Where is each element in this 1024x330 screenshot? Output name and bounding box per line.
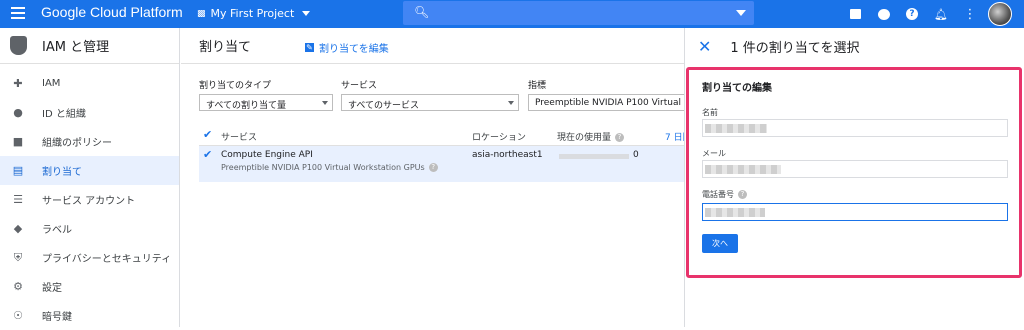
more-vert-icon[interactable]: ⋮ <box>963 7 977 22</box>
help-icon[interactable]: ? <box>905 7 919 21</box>
person-add-icon: ✚ <box>13 77 23 90</box>
edit-icon: ✎ <box>305 43 314 52</box>
sidebar-item-privacy-security[interactable]: ⛨ プライバシーとセキュリティ <box>0 243 179 272</box>
sidebar-item-labels[interactable]: ◆ ラベル <box>0 214 179 243</box>
sidebar-item-org-policies[interactable]: ■ 組織のポリシー <box>0 127 179 156</box>
top-bar: Google Cloud Platform ▩ My First Project… <box>0 0 1024 28</box>
service-account-icon: ☰ <box>13 193 23 206</box>
sidebar-item-label: プライバシーとセキュリティ <box>42 254 172 265</box>
filter-label-quota-type: 割り当てのタイプ <box>199 81 272 91</box>
sidebar: IAM と管理 ✚ IAM ● ID と組織 ■ 組織のポリシー ▤ 割り当て … <box>0 28 180 327</box>
sidebar-item-label: 設定 <box>42 283 62 294</box>
help-icon: ? <box>738 190 747 199</box>
sidebar-item-service-accounts[interactable]: ☰ サービス アカウント <box>0 185 179 214</box>
row-service: Compute Engine API <box>221 150 313 160</box>
quota-icon: ▤ <box>12 164 24 177</box>
close-icon[interactable]: ✕ <box>698 37 711 56</box>
filter-label-metric: 指標 <box>528 81 547 91</box>
edit-quotas-label: 割り当てを編集 <box>319 44 389 55</box>
sidebar-item-label: ラベル <box>42 225 72 236</box>
project-name: My First Project <box>210 7 295 20</box>
main-content: 割り当て ✎ 割り当てを編集 割り当てのタイプ すべての割り当て量 サービス す… <box>181 28 692 327</box>
phone-label-text: 電話番号 <box>702 190 734 199</box>
project-selector[interactable]: ▩ My First Project <box>197 7 311 20</box>
account-circle-icon: ● <box>13 106 23 119</box>
panel-title: 1 件の割り当てを選択 <box>730 40 860 56</box>
phone-label: 電話番号? <box>702 189 747 200</box>
search-dropdown-icon[interactable] <box>736 10 746 16</box>
next-button[interactable]: 次へ <box>702 234 738 253</box>
main-header: 割り当て <box>181 28 684 64</box>
panel-header: ✕ 1 件の割り当てを選択 <box>685 28 1024 64</box>
phone-field[interactable] <box>702 203 1008 221</box>
metric-value: Preemptible NVIDIA P100 Virtual Workst <box>535 98 684 108</box>
row-usage: 0 <box>633 150 639 160</box>
row-metric-label: Preemptible NVIDIA P100 Virtual Workstat… <box>221 163 425 172</box>
sidebar-item-label: IAM <box>42 78 61 89</box>
filter-label-service: サービス <box>341 81 378 91</box>
column-usage-label: 現在の使用量 <box>557 133 612 143</box>
key-icon: ☉ <box>13 309 23 322</box>
shield-icon <box>10 36 27 55</box>
quota-type-select[interactable]: すべての割り当て量 <box>199 94 333 111</box>
sidebar-item-label: 組織のポリシー <box>42 138 112 149</box>
email-label: メール <box>702 149 726 158</box>
sidebar-header: IAM と管理 <box>0 28 179 64</box>
sidebar-item-identity[interactable]: ● ID と組織 <box>0 98 179 127</box>
redacted-value <box>705 208 765 217</box>
row-checkbox[interactable]: ✔ <box>203 148 212 161</box>
name-label: 名前 <box>702 108 718 117</box>
search-bar[interactable]: 🔍︎ <box>403 1 754 25</box>
sidebar-item-crypto-keys[interactable]: ☉ 暗号鍵 <box>0 301 179 330</box>
table-header: ✔ サービス ロケーション 現在の使用量? 7 日間 <box>199 126 692 146</box>
table-row[interactable]: ✔ Compute Engine API Preemptible NVIDIA … <box>199 146 684 182</box>
sidebar-item-label: 割り当て <box>42 167 82 178</box>
terminal-icon[interactable] <box>848 7 862 21</box>
feedback-icon[interactable] <box>877 7 891 21</box>
column-service[interactable]: サービス <box>221 130 257 143</box>
menu-icon[interactable] <box>11 7 25 21</box>
row-location: asia-northeast1 <box>472 150 543 160</box>
name-field[interactable] <box>702 119 1008 137</box>
redacted-value <box>705 124 767 133</box>
sidebar-item-quotas[interactable]: ▤ 割り当て <box>0 156 179 185</box>
notifications-icon[interactable]: 🔔︎ <box>934 7 948 21</box>
security-icon: ⛨ <box>13 250 23 264</box>
sidebar-item-label: サービス アカウント <box>42 196 136 207</box>
sidebar-title: IAM と管理 <box>42 40 110 55</box>
quota-type-value: すべての割り当て量 <box>206 101 287 111</box>
form-title: 割り当ての編集 <box>702 83 772 94</box>
select-all-checkbox[interactable]: ✔ <box>203 128 212 141</box>
edit-quotas-button[interactable]: ✎ 割り当てを編集 <box>305 40 389 55</box>
column-location[interactable]: ロケーション <box>472 130 526 143</box>
sidebar-item-label: ID と組織 <box>42 109 86 120</box>
sidebar-item-iam[interactable]: ✚ IAM <box>0 69 179 98</box>
chevron-down-icon <box>302 11 311 16</box>
column-usage[interactable]: 現在の使用量? <box>557 130 625 143</box>
avatar[interactable] <box>988 2 1012 26</box>
policy-icon: ■ <box>12 135 24 148</box>
help-icon: ? <box>615 133 625 142</box>
page-title: 割り当て <box>199 40 252 55</box>
metric-select[interactable]: Preemptible NVIDIA P100 Virtual Workst <box>528 94 684 111</box>
brand-title[interactable]: Google Cloud Platform <box>41 4 183 20</box>
email-field[interactable] <box>702 160 1008 178</box>
service-select[interactable]: すべてのサービス <box>341 94 519 111</box>
chevron-down-icon <box>508 101 514 105</box>
label-icon: ◆ <box>13 222 23 235</box>
redacted-value <box>705 165 781 174</box>
project-icon: ▩ <box>197 8 206 19</box>
service-value: すべてのサービス <box>348 101 420 111</box>
settings-icon: ⚙︎ <box>13 280 23 293</box>
sidebar-item-label: 暗号鍵 <box>42 312 72 323</box>
row-metric: Preemptible NVIDIA P100 Virtual Workstat… <box>221 163 438 172</box>
chevron-down-icon <box>322 101 328 105</box>
search-icon: 🔍︎ <box>414 5 430 19</box>
sidebar-item-settings[interactable]: ⚙︎ 設定 <box>0 272 179 301</box>
usage-bar <box>559 154 629 159</box>
help-icon: ? <box>428 163 438 172</box>
